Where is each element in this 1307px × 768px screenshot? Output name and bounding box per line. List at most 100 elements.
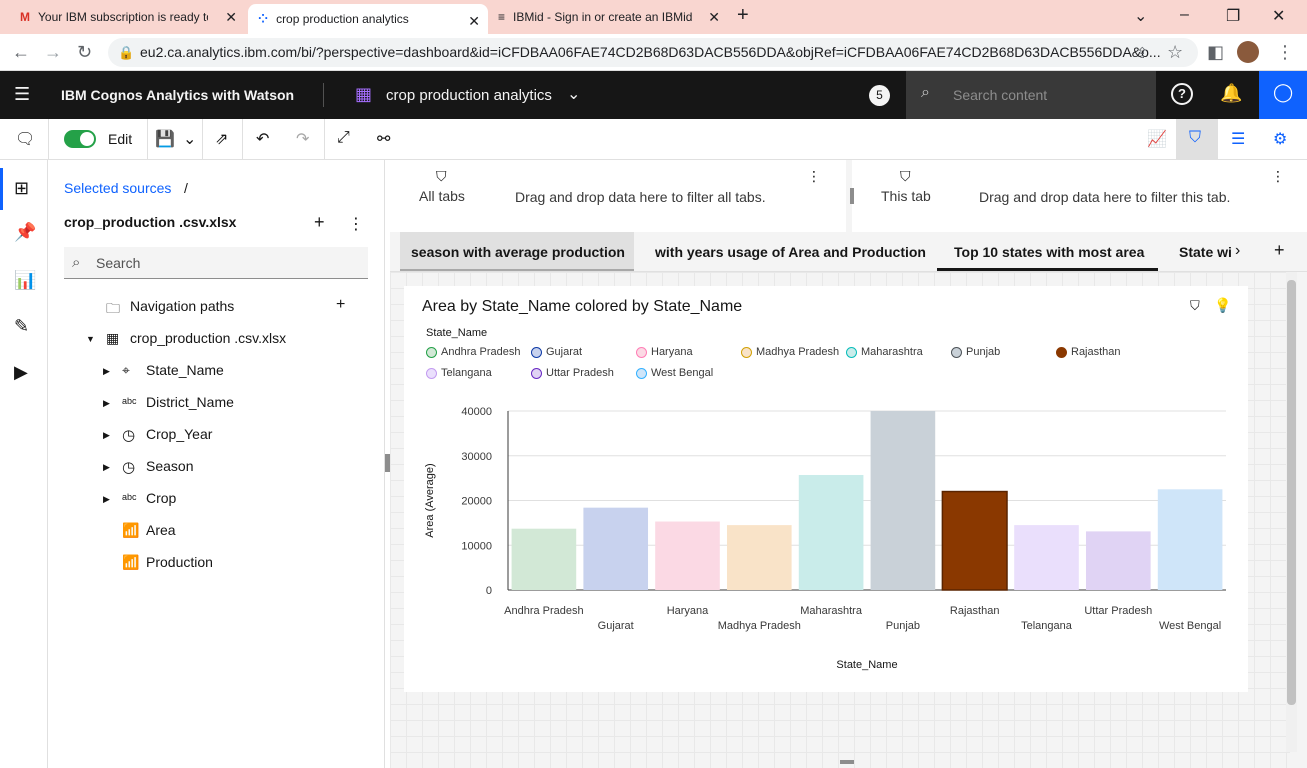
profile-avatar[interactable] [1237, 41, 1259, 63]
all-tabs-drop-hint[interactable]: Drag and drop data here to filter all ta… [515, 189, 766, 205]
chevron-right-icon[interactable]: › [1235, 242, 1240, 260]
field-state-name[interactable]: State_Name [146, 362, 224, 378]
filter-toggle-button[interactable]: ⛉ [1176, 119, 1218, 159]
all-tabs-label: All tabs [419, 188, 465, 204]
dashboard-canvas: Area by State_Name colored by State_Name… [390, 272, 1297, 768]
notification-count-badge[interactable]: 5 [869, 85, 890, 106]
this-tab-drop-hint[interactable]: Drag and drop data here to filter this t… [979, 189, 1230, 205]
filter-resize-handle[interactable] [850, 188, 854, 204]
close-icon[interactable]: ✕ [225, 9, 237, 26]
help-icon[interactable]: ? [1171, 83, 1193, 105]
caret-right-icon[interactable]: ▶ [103, 494, 110, 505]
bar[interactable] [1157, 489, 1223, 590]
browser-tab-gmail[interactable]: M Your IBM subscription is ready to ✕ [10, 0, 245, 34]
cognos-icon: ⁘ [258, 12, 269, 26]
back-icon[interactable]: ← [12, 42, 30, 63]
canvas-vertical-scrollbar[interactable] [1286, 272, 1297, 752]
kebab-menu-icon[interactable]: ⋮ [348, 214, 364, 234]
comment-icon[interactable]: 🗨 [15, 129, 35, 149]
browser-tab-cognos[interactable]: ⁘ crop production analytics ✕ [248, 4, 488, 34]
save-icon[interactable]: 💾 [155, 129, 175, 149]
browser-tab-ibmid[interactable]: ≡ IBMid - Sign in or create an IBMid ✕ [488, 0, 728, 34]
browser-tab-label: Your IBM subscription is ready to [38, 10, 208, 24]
assistant-chart-icon[interactable]: 📈 [1147, 129, 1167, 149]
tab-top-10-states[interactable]: Top 10 states with most area [954, 244, 1144, 260]
url-field[interactable]: 🔒 eu2.ca.analytics.ibm.com/bi/?perspecti… [108, 38, 1198, 67]
caret-down-icon[interactable]: ▼ [86, 334, 95, 344]
sidepanel-icon[interactable]: ◧ [1207, 42, 1224, 63]
filter-bar: ⛉ All tabs Drag and drop data here to fi… [390, 160, 1307, 232]
notifications-bell-icon[interactable]: 🔔 [1220, 83, 1242, 104]
tab-season-average-production[interactable]: season with average production [411, 244, 625, 260]
data-sources-icon[interactable]: ⊞ [14, 178, 29, 199]
bar[interactable] [583, 507, 649, 590]
caret-right-icon[interactable]: ▶ [103, 430, 110, 441]
data-search-input[interactable]: ⌕ Search [64, 247, 368, 279]
tabs-layout-icon[interactable]: ☰ [1231, 129, 1245, 149]
new-tab-icon[interactable]: + [737, 4, 749, 27]
document-title[interactable]: crop production analytics [386, 87, 552, 104]
restore-icon[interactable]: ❐ [1226, 6, 1240, 26]
table-name[interactable]: crop_production .csv.xlsx [130, 330, 286, 346]
kebab-menu-icon[interactable]: ⋮ [1276, 42, 1294, 63]
caret-right-icon[interactable]: ▶ [103, 366, 110, 377]
kebab-menu-icon[interactable]: ⋮ [807, 168, 821, 185]
bar[interactable] [870, 411, 936, 590]
relationships-icon[interactable]: ⚯ [377, 129, 390, 149]
fullscreen-icon[interactable]: ⤢ [337, 129, 350, 147]
bar[interactable] [1014, 525, 1079, 590]
caret-right-icon[interactable]: ▶ [103, 398, 110, 409]
close-icon[interactable]: ✕ [468, 13, 480, 30]
clock-icon: ◷ [122, 427, 136, 444]
minimize-icon[interactable]: – [1180, 6, 1189, 24]
breadcrumb-selected-sources[interactable]: Selected sources [64, 180, 171, 196]
reload-icon[interactable]: ↻ [77, 42, 92, 63]
toolbar-divider [147, 119, 148, 159]
undo-icon[interactable]: ↶ [256, 129, 269, 149]
redo-icon[interactable]: ↷ [296, 129, 309, 149]
bookmark-star-icon[interactable]: ☆ [1167, 42, 1183, 63]
scrollbar-thumb[interactable] [1287, 280, 1296, 705]
tab-search-icon[interactable]: ⌄ [1134, 6, 1147, 26]
add-icon[interactable]: + [314, 212, 325, 233]
browser-tab-label: crop production analytics [276, 12, 409, 26]
forward-icon[interactable]: → [44, 42, 62, 63]
bar[interactable] [1085, 531, 1151, 590]
add-icon[interactable]: + [336, 296, 345, 314]
add-tab-icon[interactable]: + [1274, 240, 1285, 261]
bar[interactable] [941, 490, 1008, 591]
visualizations-icon[interactable]: 📊 [14, 270, 36, 291]
tab-years-usage[interactable]: with years usage of Area and Production [655, 244, 926, 260]
bar[interactable] [726, 525, 792, 590]
share-icon[interactable]: ⇗ [215, 129, 228, 149]
pin-icon[interactable]: 📌 [14, 222, 36, 243]
field-season[interactable]: Season [146, 458, 193, 474]
caret-right-icon[interactable]: ▶ [103, 462, 110, 473]
tab-state-wise[interactable]: State wi [1179, 244, 1235, 260]
media-icon[interactable]: ▶ [14, 362, 28, 383]
bar[interactable] [511, 528, 577, 590]
edit-toggle[interactable] [64, 130, 96, 148]
canvas-resize-handle[interactable] [840, 760, 854, 764]
field-crop-year[interactable]: Crop_Year [146, 426, 212, 442]
close-icon[interactable]: ✕ [708, 9, 720, 26]
share-icon[interactable]: ⇪ [1136, 44, 1149, 62]
bar[interactable] [655, 521, 720, 590]
field-district-name[interactable]: District_Name [146, 394, 234, 410]
navigation-paths[interactable]: Navigation paths [130, 298, 234, 314]
field-crop[interactable]: Crop [146, 490, 176, 506]
chevron-down-icon[interactable]: ⌄ [183, 129, 196, 149]
bar[interactable] [798, 474, 864, 590]
hamburger-menu-icon[interactable]: ☰ [14, 84, 30, 105]
chart-widget[interactable]: Area by State_Name colored by State_Name… [404, 286, 1248, 692]
properties-sliders-icon[interactable]: ⚙ [1273, 129, 1287, 149]
field-production[interactable]: Production [146, 554, 213, 570]
filter-icon: ⛉ [436, 168, 447, 184]
search-content-field[interactable]: ⌕ Search content [906, 71, 1156, 119]
field-area[interactable]: Area [146, 522, 176, 538]
kebab-menu-icon[interactable]: ⋮ [1271, 168, 1285, 185]
chevron-down-icon[interactable]: ⌄ [567, 84, 580, 104]
widgets-icon[interactable]: ✎ [14, 316, 29, 337]
user-profile-button[interactable]: ◯ [1259, 71, 1307, 119]
close-window-icon[interactable]: ✕ [1272, 6, 1285, 26]
